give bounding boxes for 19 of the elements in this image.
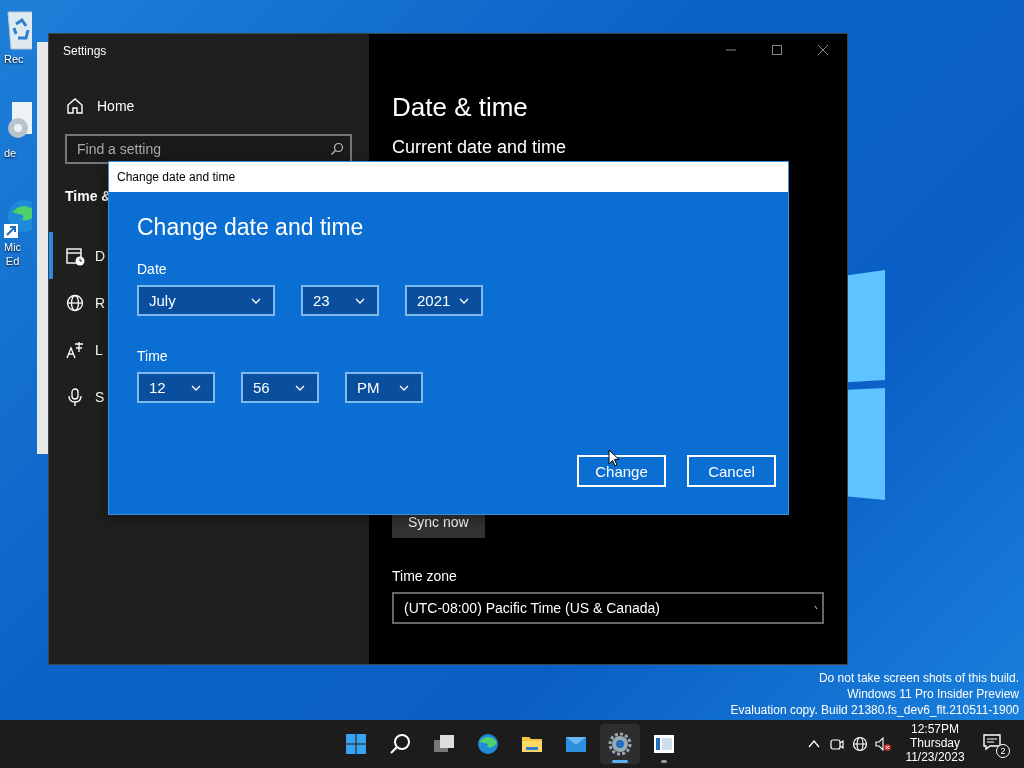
nav-label: R (95, 294, 106, 311)
window-title: Settings (63, 44, 108, 58)
page-heading: Date & time (392, 92, 529, 123)
watermark-text: Windows 11 Pro Insider Preview (846, 686, 1019, 702)
nav-label: S (95, 388, 105, 405)
icon-label: de (4, 146, 17, 160)
icon-label: Rec (4, 52, 24, 66)
section-heading: Current date and time (392, 137, 568, 158)
time-zone-label: Time zone (392, 568, 458, 584)
notification-count: 2 (996, 744, 1010, 758)
watermark-text: Do not take screen shots of this build. (817, 670, 1019, 686)
icon-label: Mic Ed (4, 240, 22, 268)
watermark-text: Evaluation copy. Build 21380.fs_dev6_flt.210511-1900 (730, 702, 1019, 718)
dialog-heading: Change date and time (137, 214, 365, 241)
dialog-title: Change date and time (109, 162, 788, 192)
nav-label: D (95, 247, 106, 264)
time-label: Time (137, 348, 169, 364)
date-label: Date (137, 261, 168, 277)
nav-label: L (95, 341, 103, 358)
